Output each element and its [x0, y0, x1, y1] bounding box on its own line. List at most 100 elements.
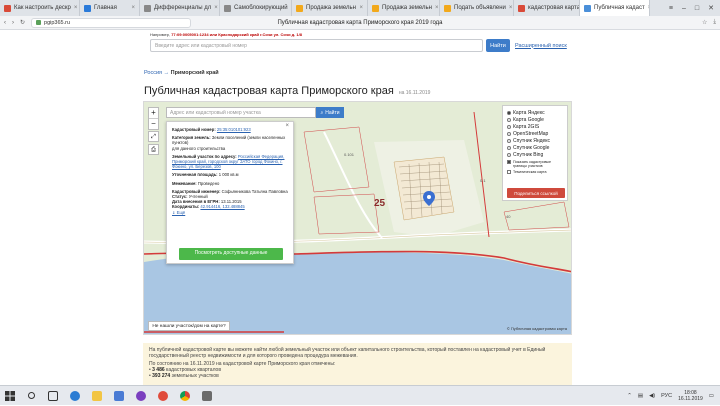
browser-tab[interactable]: кадастровая карта×: [514, 0, 580, 16]
tab-label: Самоблокирующий: [234, 5, 288, 11]
minimize-icon[interactable]: –: [682, 5, 686, 12]
show-parcels-option[interactable]: Показать кадастровые границы участков: [507, 160, 563, 168]
browser-tab[interactable]: Публичная кадаст×: [580, 0, 650, 16]
maximize-icon[interactable]: □: [695, 5, 699, 12]
stat-row: • 393 274 земельных участков: [149, 373, 219, 379]
layer-option[interactable]: Карта 2GIS: [507, 123, 563, 130]
map-search: Адрес или кадастровый номер участка ⌕ На…: [166, 107, 344, 118]
checkbox-icon: [507, 160, 511, 164]
tab-label: Как настроить дескр: [14, 5, 71, 11]
main-search-button[interactable]: Найти: [486, 39, 510, 52]
close-icon[interactable]: ×: [285, 123, 289, 129]
close-icon[interactable]: ✕: [708, 4, 714, 12]
breadcrumb-root[interactable]: Россия: [144, 70, 162, 76]
checkbox-icon: [507, 170, 511, 174]
layer-label: OpenStreetMap: [513, 130, 549, 137]
zoom-control: + −: [148, 107, 159, 130]
layer-option[interactable]: Спутник Яндекс: [507, 137, 563, 144]
chevron-up-icon[interactable]: ⌃: [627, 393, 632, 399]
main-search-input[interactable]: Введите адрес или кадастровый номер: [150, 39, 483, 52]
breadcrumb: Россия → Приморский край: [144, 70, 219, 76]
map-search-input[interactable]: Адрес или кадастровый номер участка: [166, 107, 316, 118]
thematic-map-option[interactable]: Тематическая карта: [507, 170, 563, 174]
layer-option[interactable]: Спутник Google: [507, 144, 563, 151]
not-found-button[interactable]: Не нашли участок/дом на карте?: [148, 321, 230, 331]
browser-tab[interactable]: Главная ×: [80, 0, 140, 16]
tab-close-icon[interactable]: ×: [509, 5, 513, 11]
search-icon: ⌕: [320, 109, 324, 116]
tab-label: Публичная кадаст: [594, 5, 645, 11]
favicon-icon: [584, 4, 591, 12]
favicon-icon: [144, 4, 151, 12]
browser-tab[interactable]: Подать объявлени ×: [440, 0, 514, 16]
tab-close-icon[interactable]: ×: [74, 5, 78, 11]
fullscreen-icon[interactable]: ⤢: [148, 131, 159, 142]
media-icon[interactable]: [132, 387, 150, 405]
layer-option[interactable]: Спутник Bing: [507, 151, 563, 158]
coords-link[interactable]: 42.914416, 132.488845: [200, 204, 244, 209]
share-link-button[interactable]: Поделиться ссылкой: [507, 188, 565, 198]
tab-label: Продажа земельн: [306, 5, 356, 11]
zoom-out-button[interactable]: −: [149, 118, 158, 129]
tab-label: Главная: [94, 5, 117, 11]
map-search-button[interactable]: ⌕ Найти: [316, 107, 344, 118]
use-value: для данного строительства: [172, 145, 226, 151]
network-icon[interactable]: ▤: [638, 393, 643, 399]
radio-icon: [507, 124, 511, 129]
print-icon[interactable]: ⎙: [148, 144, 159, 155]
volume-icon[interactable]: ◀): [649, 393, 655, 399]
parcel-info-popup: × Кадастровый номер: 25:35:010101:923 Ка…: [166, 121, 294, 264]
more-link[interactable]: ⇓ Ещё: [172, 210, 185, 215]
layer-option[interactable]: Карта Яндекс: [507, 109, 563, 116]
thematic-map-label: Тематическая карта: [513, 170, 547, 174]
explorer-icon[interactable]: [88, 387, 106, 405]
browser-tab[interactable]: Дифференциалы дл ×: [140, 0, 220, 16]
map-label-1: 0.101: [344, 152, 355, 157]
map-search-button-label: Найти: [325, 109, 340, 116]
map-copyright: © Публичная кадастровая карта: [506, 326, 567, 331]
task-view-icon[interactable]: [44, 387, 62, 405]
tab-close-icon[interactable]: ×: [214, 5, 218, 11]
view-data-button[interactable]: Посмотреть доступные данные: [179, 248, 283, 260]
layer-option[interactable]: Карта Google: [507, 116, 563, 123]
radio-icon: [507, 131, 511, 136]
browser-tab[interactable]: Самоблокирующий×: [220, 0, 292, 16]
ownership-value: Проведено: [197, 180, 220, 186]
tab-close-icon[interactable]: ×: [359, 5, 363, 11]
browser-tab[interactable]: Продажа земельн ×: [292, 0, 368, 16]
advanced-search-link[interactable]: Расширенный поиск: [515, 43, 567, 49]
address-bar-row: ‹ › ↻ pgip365.ru Публичная кадастровая к…: [0, 16, 720, 30]
zoom-in-button[interactable]: +: [149, 108, 158, 118]
ownership-label: Межевание:: [172, 180, 197, 186]
tab-close-icon[interactable]: ×: [648, 5, 649, 11]
search-icon[interactable]: [22, 387, 40, 405]
store-icon[interactable]: [110, 387, 128, 405]
clock[interactable]: 18:08 16.11.2019: [678, 390, 703, 402]
browser-tab[interactable]: Продажа земельн ×: [368, 0, 440, 16]
language-indicator[interactable]: РУС: [661, 393, 672, 399]
browser-tab[interactable]: Как настроить дескр ×: [0, 0, 80, 16]
favicon-icon: [296, 4, 303, 12]
notifications-icon[interactable]: ▭: [709, 393, 714, 399]
map-block-number: 25: [374, 198, 386, 209]
area-value: 1 000 кв.м: [218, 172, 239, 178]
heading-text: Публичная кадастровая карта Приморского …: [144, 85, 394, 97]
yandex-browser-icon[interactable]: [154, 387, 172, 405]
start-button[interactable]: [0, 386, 20, 406]
menu-icon[interactable]: ≡: [669, 5, 673, 12]
app-icon[interactable]: [198, 387, 216, 405]
tab-close-icon[interactable]: ×: [435, 5, 439, 11]
edge-icon[interactable]: [66, 387, 84, 405]
favicon-icon: [518, 4, 525, 12]
chrome-icon[interactable]: [176, 387, 194, 405]
clock-date: 16.11.2019: [678, 395, 703, 402]
page-heading: Публичная кадастровая карта Приморского …: [144, 85, 430, 97]
layer-option[interactable]: OpenStreetMap: [507, 130, 563, 137]
tab-close-icon[interactable]: ×: [131, 5, 135, 11]
layer-label: Спутник Яндекс: [513, 137, 551, 144]
radio-icon: [507, 117, 511, 122]
info-section: На публичной кадастровой карте вы можете…: [143, 343, 572, 385]
example-prefix: Например,: [150, 32, 171, 37]
cad-num-link[interactable]: 25:35:010101:923: [217, 127, 251, 132]
cadastral-map[interactable]: 25 0.101 0.1 40 + − ⤢ ⎙ Адрес или кадаст…: [143, 101, 572, 335]
